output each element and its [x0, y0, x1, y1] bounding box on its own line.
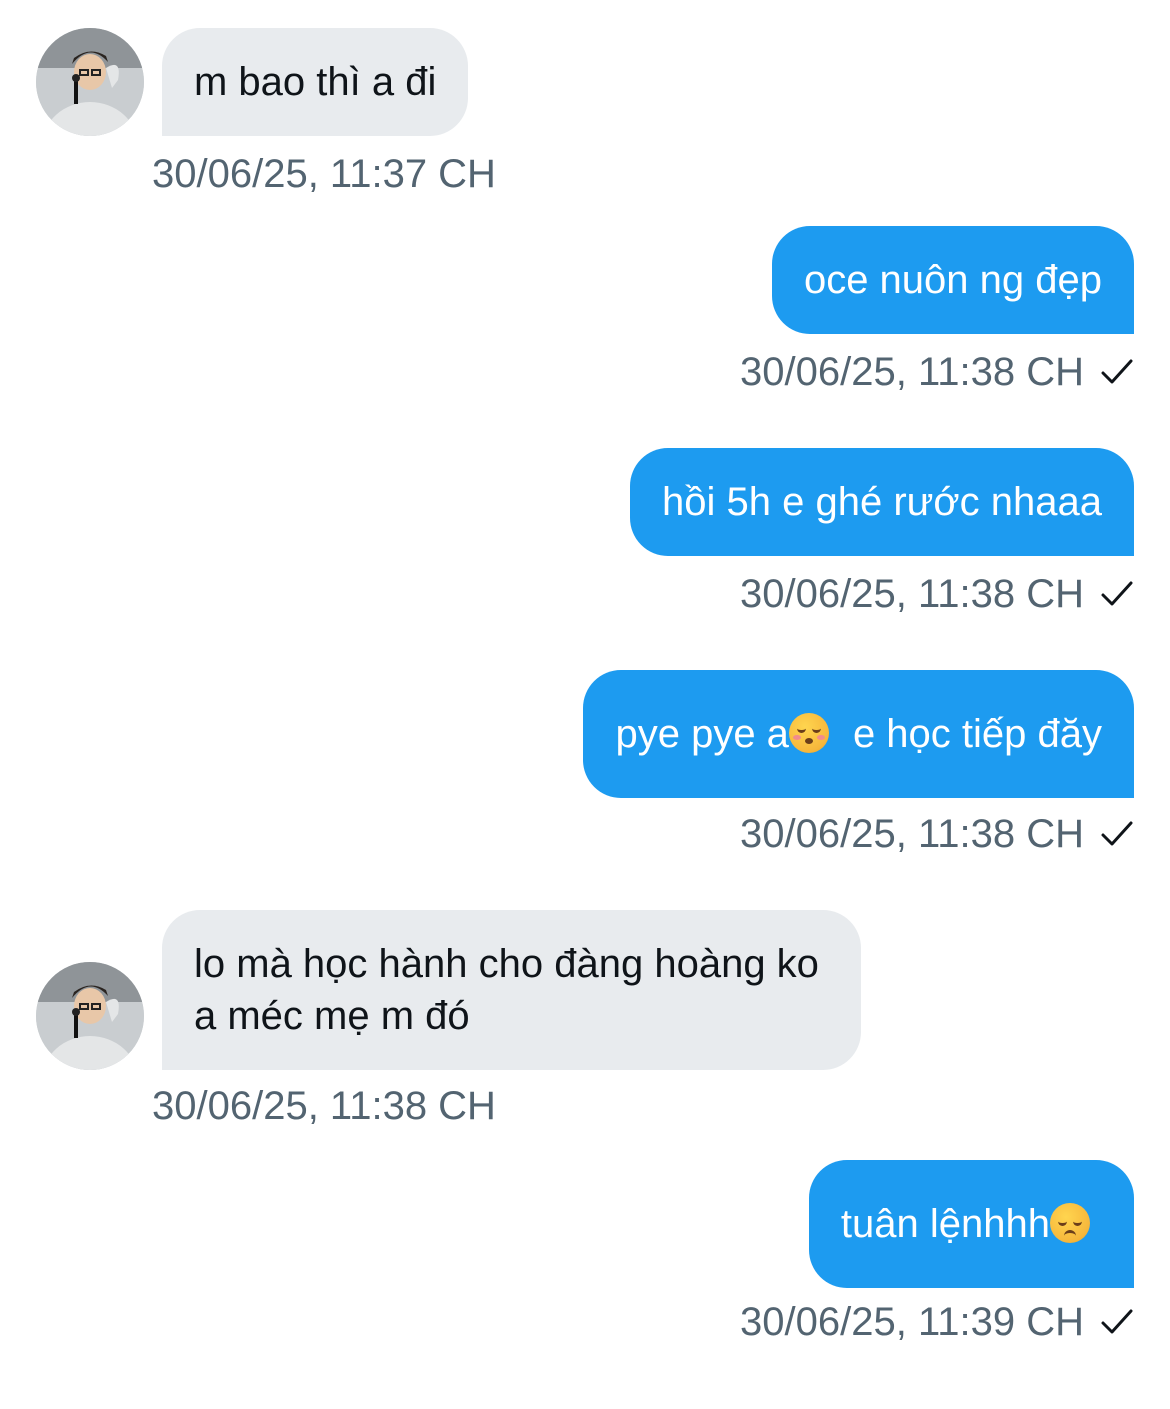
message-text: hồi 5h e ghé rước nhaaa: [662, 480, 1102, 524]
checkmark-icon: [1101, 821, 1133, 846]
message-text: oce nuôn ng đẹp: [803, 258, 1102, 302]
message-timestamp: 30/06/25, 11:38 CH: [740, 350, 1084, 394]
message-text: e học tiếp đăy: [852, 712, 1102, 756]
message-meta: 30/06/25, 11:38 CH: [740, 570, 1134, 618]
message-text: m bao thì a đi: [194, 60, 437, 104]
message-text-line: lo mà học hành cho đàng hoàng ko: [194, 942, 819, 986]
checkmark-icon: [1101, 1309, 1133, 1334]
message-bubble-outgoing[interactable]: oce nuôn ng đẹp: [771, 226, 1134, 334]
message-meta: 30/06/25, 11:38 CH: [740, 348, 1134, 396]
checkmark-icon: [1101, 581, 1133, 606]
message-bubble-outgoing[interactable]: pye pye a e học tiếp đăy: [583, 670, 1134, 798]
message-meta: 30/06/25, 11:38 CH: [740, 810, 1134, 858]
message-bubble-outgoing[interactable]: hồi 5h e ghé rước nhaaa: [630, 448, 1134, 556]
message-meta: 30/06/25, 11:39 CH: [740, 1298, 1134, 1346]
checkmark-icon: [1101, 359, 1133, 384]
pensive-face-emoji: [1050, 1203, 1090, 1243]
message-timestamp: 30/06/25, 11:38 CH: [740, 812, 1084, 856]
avatar[interactable]: [36, 962, 144, 1070]
message-timestamp: 30/06/25, 11:38 CH: [152, 1084, 496, 1128]
message-text: pye pye a: [615, 712, 789, 756]
message-bubble-incoming[interactable]: lo mà học hành cho đàng hoàng ko a méc m…: [162, 910, 861, 1070]
kissing-face-emoji: [788, 713, 829, 753]
message-timestamp: 30/06/25, 11:39 CH: [740, 1300, 1084, 1344]
message-bubble-outgoing[interactable]: tuân lệnhhh: [808, 1160, 1134, 1288]
message-bubble-incoming[interactable]: m bao thì a đi: [162, 28, 469, 136]
avatar[interactable]: [36, 28, 144, 136]
message-timestamp: 30/06/25, 11:37 CH: [152, 152, 496, 196]
message-text: tuân lệnhhh: [840, 1202, 1050, 1246]
message-text-line: a méc mẹ m đó: [194, 994, 470, 1038]
message-timestamp: 30/06/25, 11:38 CH: [740, 572, 1084, 616]
